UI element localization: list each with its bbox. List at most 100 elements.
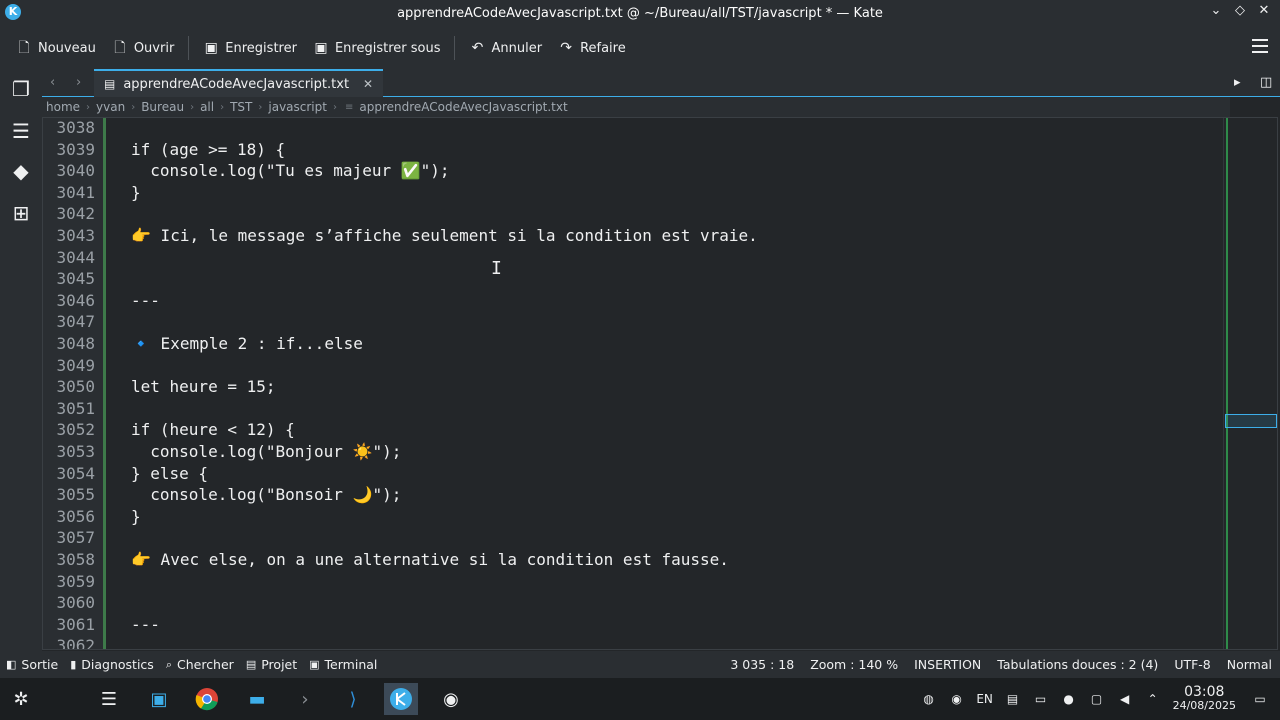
editor-line[interactable]: 3051 [43, 398, 1223, 420]
minimap[interactable] [1223, 118, 1277, 649]
editor-line[interactable]: 3054} else { [43, 463, 1223, 485]
editor-line[interactable]: 3055 console.log("Bonsoir 🌙"); [43, 484, 1223, 506]
show-desktop-icon[interactable]: ▭ [1246, 692, 1274, 706]
save-button[interactable]: ▣ Enregistrer [195, 33, 305, 63]
git-icon[interactable]: ◆ [9, 159, 33, 183]
tray-expand-icon[interactable]: ⌃ [1139, 692, 1167, 706]
editor-line[interactable]: 3044 [43, 247, 1223, 269]
breadcrumb-item[interactable]: Bureau [139, 100, 186, 114]
terminal-app-icon[interactable]: › [288, 683, 322, 715]
editor-line[interactable]: 3048 🔹 Exemple 2 : if...else [43, 333, 1223, 355]
obs-tray-icon[interactable]: ◉ [943, 692, 971, 706]
editor-line[interactable]: 3060 [43, 592, 1223, 614]
encoding[interactable]: UTF-8 [1174, 657, 1210, 672]
undo-icon: ↶ [471, 40, 484, 56]
editor-line[interactable]: 3053 console.log("Bonjour ☀️"); [43, 441, 1223, 463]
tab-back-icon[interactable]: ‹ [50, 75, 55, 90]
terminal-panel-button[interactable]: ▣ Terminal [303, 657, 383, 672]
editor-line[interactable]: 3038 [43, 118, 1223, 139]
file-manager-icon[interactable]: ▬ [240, 683, 274, 715]
output-panel-button[interactable]: ◧ Sortie [0, 657, 64, 672]
system-settings-icon[interactable]: ☰ [92, 683, 126, 715]
minimap-viewport[interactable] [1225, 414, 1277, 428]
clock[interactable]: 03:08 24/08/2025 [1173, 685, 1236, 713]
toolbar-separator [454, 36, 456, 60]
microphone-icon[interactable]: ● [1055, 692, 1083, 706]
editor-line[interactable]: 3050 let heure = 15; [43, 376, 1223, 398]
text-editor[interactable]: 3038 3039 if (age >= 18) {3040 console.log… [42, 117, 1278, 650]
chrome-browser-icon[interactable] [190, 683, 224, 715]
toolbar-separator [188, 36, 190, 60]
tab-close-icon[interactable]: ✕ [363, 77, 373, 91]
quick-open-icon[interactable]: ▸ [1234, 75, 1241, 90]
save-as-button[interactable]: ▣ Enregistrer sous [305, 33, 449, 63]
line-number: 3054 [56, 463, 95, 483]
tab-active-document[interactable]: ▤ apprendreACodeAvecJavascript.txt ✕ [94, 69, 384, 97]
diagnostics-icon: ▮ [70, 658, 77, 671]
editor-line[interactable]: 3047 [43, 311, 1223, 333]
editor-line[interactable]: 3057 [43, 527, 1223, 549]
editor-line[interactable]: 3045 [43, 268, 1223, 290]
new-document-icon: 🗋 [18, 40, 30, 56]
breadcrumb-item[interactable]: yvan [94, 100, 127, 114]
output-label: Sortie [21, 657, 59, 672]
maximize-button[interactable]: ◇ [1232, 3, 1248, 18]
line-number: 3058 [56, 550, 95, 569]
input-mode[interactable]: INSERTION [914, 657, 981, 672]
main-toolbar: 🗋 Nouveau 🗋 Ouvrir ▣ Enregistrer ▣ Enreg… [0, 27, 1280, 69]
close-button[interactable]: ✕ [1256, 3, 1272, 18]
breadcrumb-item[interactable]: all [198, 100, 216, 114]
new-button[interactable]: 🗋 Nouveau [8, 33, 104, 63]
projects-icon[interactable]: ⊞ [9, 201, 33, 225]
editor-line[interactable]: 3049 [43, 355, 1223, 377]
editor-line[interactable]: 3056} [43, 506, 1223, 528]
split-view-icon[interactable]: ◫ [1260, 75, 1272, 90]
editor-line[interactable]: 3062 [43, 635, 1223, 649]
editor-line[interactable]: 3039 if (age >= 18) { [43, 139, 1223, 161]
status-bar: ◧ Sortie ▮ Diagnostics ⌕ Chercher ▤ Proj… [0, 651, 1280, 678]
editor-line[interactable]: 3059 [43, 571, 1223, 593]
tab-forward-icon[interactable]: › [76, 75, 81, 90]
redo-button[interactable]: ↷ Refaire [550, 33, 634, 63]
symbols-list-icon[interactable]: ☰ [9, 119, 33, 143]
tab-bar: ‹ › ▤ apprendreACodeAvecJavascript.txt ✕… [42, 69, 1280, 97]
clipboard-icon[interactable]: ▤ [999, 692, 1027, 706]
editor-line[interactable]: 3040 console.log("Tu es majeur ✅"); [43, 160, 1223, 182]
volume-icon[interactable]: ◀ [1111, 692, 1139, 706]
open-label: Ouvrir [133, 40, 175, 56]
editor-line[interactable]: 3058 👉 Avec else, on a une alternative si… [43, 549, 1223, 571]
diagnostics-panel-button[interactable]: ▮ Diagnostics [64, 657, 160, 672]
hamburger-menu-icon[interactable] [1252, 39, 1268, 53]
editor-line[interactable]: 3041} [43, 182, 1223, 204]
breadcrumb-item[interactable]: home [44, 100, 82, 114]
undo-button[interactable]: ↶ Annuler [461, 33, 550, 63]
updates-icon[interactable]: ◍ [915, 692, 943, 706]
discover-store-icon[interactable]: ▣ [142, 683, 176, 715]
breadcrumb-item[interactable]: javascript [266, 100, 329, 114]
breadcrumb-item[interactable]: TST [228, 100, 254, 114]
line-number: 3042 [56, 204, 95, 224]
editor-line[interactable]: 3061 --- [43, 614, 1223, 636]
syntax-mode[interactable]: Normal [1227, 657, 1272, 672]
editor-line[interactable]: 3042 [43, 203, 1223, 225]
zoom-level[interactable]: Zoom : 140 % [810, 657, 898, 672]
kate-taskbar-icon[interactable] [384, 683, 418, 715]
display-icon[interactable]: ▢ [1083, 692, 1111, 706]
project-panel-button[interactable]: ▤ Projet [240, 657, 303, 672]
vscode-icon[interactable]: ⟩ [336, 683, 370, 715]
keyboard-layout[interactable]: EN [971, 692, 999, 706]
editor-line[interactable]: 3043 👉 Ici, le message s’affiche seulemen… [43, 225, 1223, 247]
indentation-setting[interactable]: Tabulations douces : 2 (4) [997, 657, 1158, 672]
editor-line[interactable]: 3046 --- [43, 290, 1223, 312]
cursor-position[interactable]: 3 035 : 18 [730, 657, 794, 672]
application-launcher-icon[interactable]: ✲ [4, 683, 38, 715]
documents-icon[interactable]: ❐ [9, 77, 33, 101]
minimize-button[interactable]: ⌄ [1208, 3, 1224, 18]
network-icon[interactable]: ▭ [1027, 692, 1055, 706]
obs-studio-icon[interactable]: ◉ [434, 683, 468, 715]
open-button[interactable]: 🗋 Ouvrir [104, 33, 182, 63]
editor-line[interactable]: 3052 if (heure < 12) { [43, 419, 1223, 441]
breadcrumb-item[interactable]: apprendreACodeAvecJavascript.txt [357, 100, 569, 114]
save-as-icon: ▣ [314, 40, 328, 56]
search-panel-button[interactable]: ⌕ Chercher [160, 657, 240, 672]
